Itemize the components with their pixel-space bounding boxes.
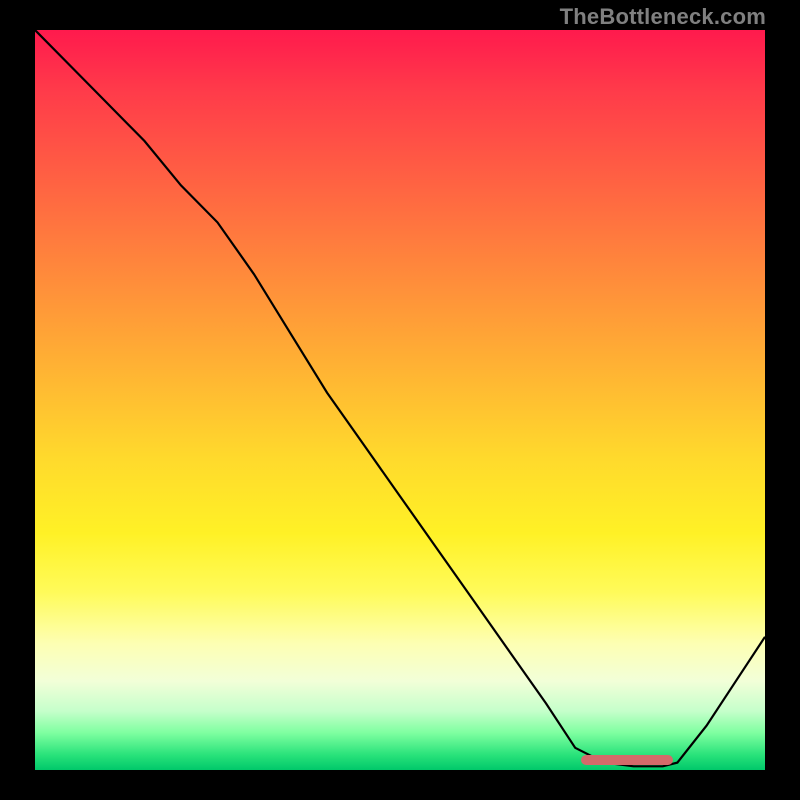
- watermark-text: TheBottleneck.com: [560, 4, 766, 30]
- plot-area: [35, 30, 765, 770]
- curve-svg: [35, 30, 765, 770]
- chart-frame: TheBottleneck.com: [0, 0, 800, 800]
- optimum-range-marker: [581, 755, 673, 765]
- curve-line: [35, 30, 765, 766]
